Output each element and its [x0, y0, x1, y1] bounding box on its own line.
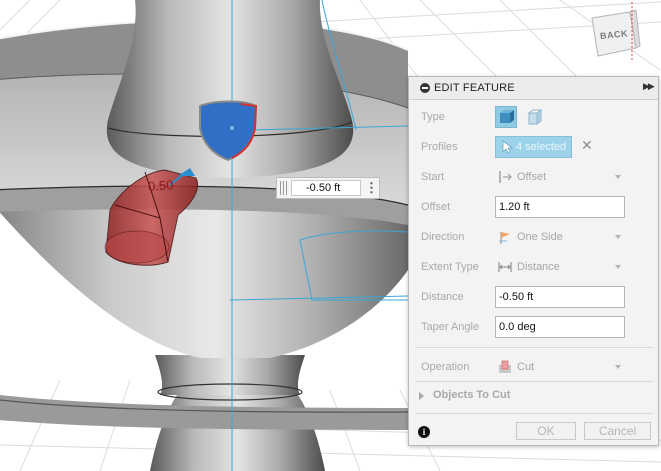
extent-type-value: Distance	[517, 261, 560, 273]
canvas-distance-input[interactable]	[291, 180, 361, 196]
solid-extrude-icon[interactable]	[495, 106, 517, 128]
direction-label: Direction	[421, 231, 465, 243]
extent-type-label: Extent Type	[421, 261, 479, 273]
operation-value: Cut	[517, 361, 535, 373]
divider	[415, 347, 653, 348]
surface-extrude-icon[interactable]	[523, 106, 545, 128]
chevron-down-icon	[615, 265, 621, 269]
chevron-down-icon	[615, 235, 621, 239]
taper-angle-label: Taper Angle	[421, 321, 480, 333]
info-icon[interactable]: i	[418, 426, 430, 438]
ok-button[interactable]: OK	[516, 422, 576, 440]
canvas-dimension-label: 0.50	[147, 177, 174, 194]
operation-label: Operation	[421, 361, 470, 373]
direction-dropdown[interactable]: One Side	[495, 227, 625, 247]
start-value: Offset	[517, 171, 547, 183]
chevron-down-icon	[615, 175, 621, 179]
taper-angle-row: Taper Angle	[409, 313, 658, 341]
direction-value: One Side	[517, 231, 563, 243]
expand-arrow-icon	[419, 392, 424, 400]
mid-stem	[155, 355, 305, 395]
start-dropdown[interactable]: Offset	[495, 167, 625, 187]
objects-to-cut-section[interactable]: Objects To Cut	[409, 385, 658, 407]
panel-footer: i OK Cancel	[409, 419, 658, 445]
operation-dropdown[interactable]: Cut	[495, 357, 625, 377]
objects-to-cut-label: Objects To Cut	[433, 389, 511, 401]
taper-angle-input[interactable]	[495, 316, 625, 338]
divider	[415, 413, 653, 414]
more-options-icon[interactable]: ⋮	[365, 181, 378, 197]
profiles-row: Profiles 4 selected ✕	[409, 133, 658, 161]
offset-row: Offset	[409, 193, 658, 221]
expand-panel-icon[interactable]: ▶▶	[643, 81, 655, 92]
clear-selection-icon[interactable]: ✕	[581, 137, 593, 153]
direction-row: Direction One Side	[409, 223, 658, 251]
offset-input[interactable]	[495, 196, 625, 218]
cursor-select-icon	[502, 140, 514, 154]
cut-operation-icon	[499, 360, 511, 373]
operation-row: Operation Cut	[409, 353, 658, 381]
distance-label: Distance	[421, 291, 464, 303]
distance-input[interactable]	[495, 286, 625, 308]
cancel-button[interactable]: Cancel	[584, 422, 651, 440]
distance-extent-icon	[498, 262, 512, 272]
type-row: Type	[409, 103, 658, 131]
profiles-selected-count: 4 selected	[516, 141, 567, 153]
distance-row: Distance	[409, 283, 658, 311]
offset-label: Offset	[421, 201, 451, 213]
canvas-distance-input-box: ⋮	[276, 177, 380, 199]
start-label: Start	[421, 171, 445, 183]
panel-title: EDIT FEATURE	[434, 82, 515, 94]
type-label: Type	[421, 111, 445, 123]
start-row: Start Offset	[409, 163, 658, 191]
chevron-down-icon	[615, 365, 621, 369]
extent-type-row: Extent Type Distance	[409, 253, 658, 281]
extent-type-dropdown[interactable]: Distance	[495, 257, 625, 277]
panel-header: EDIT FEATURE ▶▶	[409, 77, 658, 100]
drag-grip-icon[interactable]	[280, 181, 288, 195]
one-side-flag-icon	[499, 232, 510, 244]
edit-feature-panel: EDIT FEATURE ▶▶ Type Profiles 4 selected…	[408, 76, 659, 446]
offset-start-icon	[499, 171, 512, 183]
divider	[415, 381, 653, 382]
profiles-label: Profiles	[421, 141, 458, 153]
collapse-icon[interactable]	[420, 83, 430, 93]
profiles-selection-chip[interactable]: 4 selected	[495, 136, 572, 158]
